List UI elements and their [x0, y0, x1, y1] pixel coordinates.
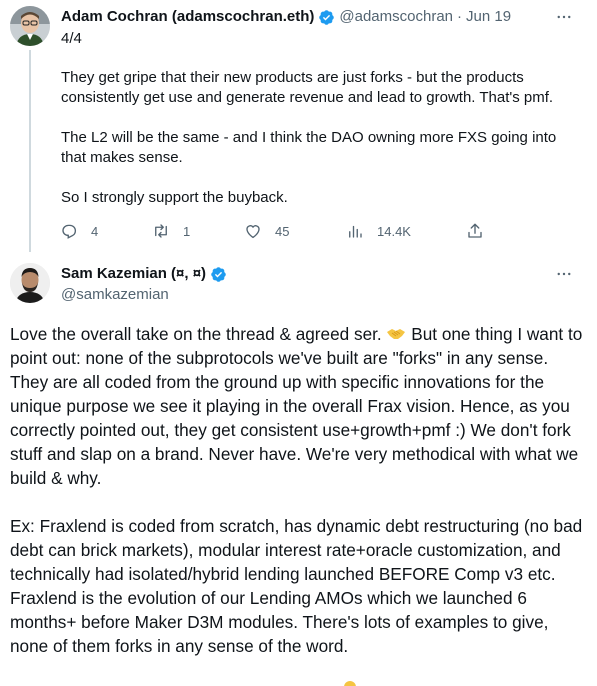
avatar-sam[interactable]: [10, 263, 50, 303]
tweet-text-segment: Love the overall take on the thread & ag…: [10, 324, 382, 344]
tweet-text-paragraph: Ex: Fraxlend is coded from scratch, has …: [10, 516, 583, 656]
verified-badge-icon: [318, 9, 335, 26]
tweet-header: Adam Cochran (adamscochran.eth) @adamsco…: [61, 7, 511, 27]
share-icon: [468, 223, 482, 238]
tweet-date[interactable]: Jun 19: [466, 7, 511, 27]
author-name[interactable]: Sam Kazemian (¤, ¤): [61, 264, 206, 284]
author-name[interactable]: Adam Cochran (adamscochran.eth): [61, 7, 314, 27]
avatar-adam[interactable]: [10, 6, 50, 46]
retweet-count: 1: [183, 223, 191, 239]
like-count: 45: [275, 223, 290, 239]
tweet-text-paragraph: So I strongly support the buyback.: [61, 189, 288, 206]
views-icon: [349, 225, 362, 238]
views-count: 14.4K: [377, 223, 411, 239]
heart-icon: [246, 225, 260, 239]
reply-count: 4: [91, 223, 99, 239]
author-handle[interactable]: @adamscochran: [339, 7, 453, 27]
retweet-button[interactable]: 1: [152, 221, 190, 241]
share-button[interactable]: [466, 221, 484, 241]
retweet-icon: [155, 224, 167, 238]
tweet-text-paragraph: Love the overall take on the thread & ag…: [10, 322, 588, 490]
partial-emoji-icon: [344, 681, 356, 686]
more-icon[interactable]: [552, 7, 576, 27]
tweet-actions-bar: 4 1 45 14.4K: [60, 221, 490, 241]
tweet-header: Sam Kazemian (¤, ¤): [61, 264, 227, 284]
reply-button[interactable]: 4: [60, 221, 98, 241]
author-handle[interactable]: @samkazemian: [61, 285, 169, 305]
handshake-emoji-icon: [386, 323, 406, 339]
reply-icon: [62, 224, 77, 239]
views-button[interactable]: 14.4K: [346, 221, 411, 241]
thread-connector-line: [29, 50, 31, 252]
tweet-text-segment: But one thing I want to point out: none …: [10, 324, 583, 488]
verified-badge-icon: [210, 266, 227, 283]
more-icon[interactable]: [552, 264, 576, 284]
like-button[interactable]: 45: [244, 221, 289, 241]
tweet-text-paragraph: They get gripe that their new products a…: [61, 69, 554, 106]
separator-dot: ·: [457, 8, 463, 25]
tweet-text-counter: 4/4: [61, 30, 82, 47]
tweet-text-paragraph: The L2 will be the same - and I think th…: [61, 129, 557, 166]
